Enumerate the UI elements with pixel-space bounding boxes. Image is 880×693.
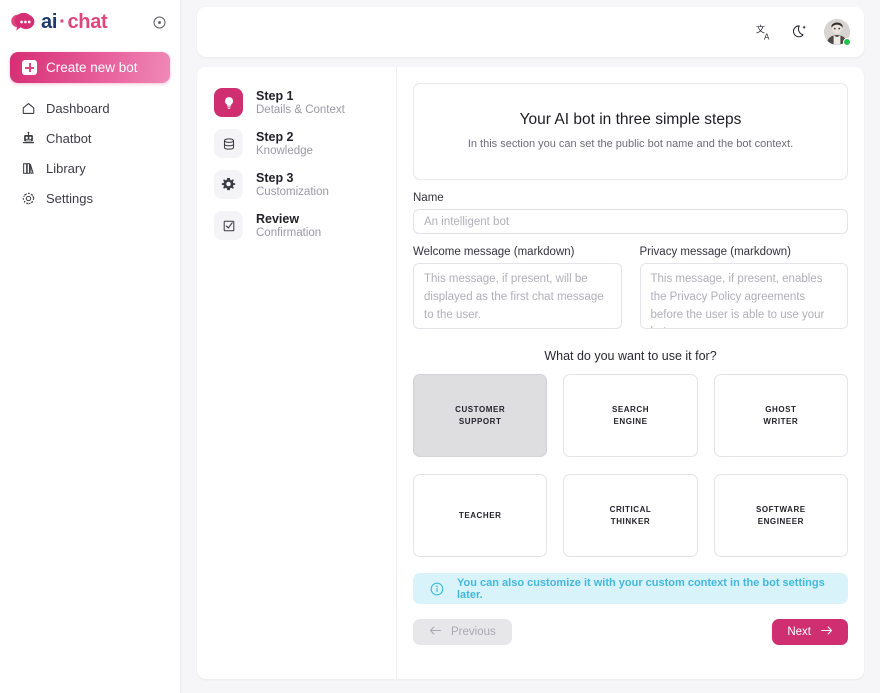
privacy-message-label: Privacy message (markdown) (639, 246, 791, 258)
usecase-card-line1: CRITICAL (609, 504, 652, 514)
usecase-card-search-engine[interactable]: SEARCH ENGINE (563, 374, 698, 457)
sidebar-item-dashboard-label: Dashboard (46, 100, 110, 116)
brand-row: ai · chat (0, 0, 180, 44)
usecase-card-line2: WRITER (763, 416, 799, 426)
step-item-review[interactable]: Review Confirmation (197, 205, 396, 246)
sidebar-item-chatbot-label: Chatbot (46, 130, 92, 146)
usecase-grid: CUSTOMER SUPPORT SEARCH ENGINE GHOST WRI… (413, 374, 848, 557)
sidebar: ai · chat Create new bot Dashboard Chatb… (0, 0, 181, 693)
step-item-3-title: Step 3 (256, 171, 294, 185)
svg-text:A: A (764, 32, 770, 41)
usecase-card-software-engineer[interactable]: SOFTWARE ENGINEER (713, 474, 848, 557)
step-item-3[interactable]: Step 3 Customization (197, 164, 396, 205)
message-fields-row: Welcome message (markdown) Privacy messa… (413, 234, 848, 334)
step-item-1-title: Step 1 (256, 89, 294, 103)
status-badge-online (843, 38, 851, 46)
gear-icon (20, 190, 36, 206)
books-icon (20, 160, 36, 176)
logo-separator: · (59, 11, 66, 33)
step-item-2-subtitle: Knowledge (256, 145, 313, 157)
hero-card: Your AI bot in three simple steps In thi… (413, 83, 848, 180)
sidebar-item-settings[interactable]: Settings (0, 183, 180, 213)
check-square-icon (214, 211, 243, 240)
arrow-right-icon (820, 625, 833, 639)
welcome-message-input[interactable] (413, 263, 622, 329)
sidebar-item-settings-label: Settings (46, 190, 93, 206)
usecase-card-line2: SUPPORT (458, 416, 502, 426)
usecase-card-line1: SEARCH (611, 404, 650, 414)
step-list: Step 1 Details & Context Step 2 Knowledg… (197, 67, 397, 679)
next-button[interactable]: Next (772, 619, 848, 645)
lightbulb-icon (214, 88, 243, 117)
sidebar-item-library[interactable]: Library (0, 153, 180, 183)
create-new-bot-label: Create new bot (46, 60, 138, 75)
step-item-2-title: Step 2 (256, 130, 294, 144)
step-item-2[interactable]: Step 2 Knowledge (197, 123, 396, 164)
wizard-form: Your AI bot in three simple steps In thi… (397, 67, 864, 679)
avatar[interactable] (824, 19, 851, 46)
wizard-actions: Previous Next (413, 619, 848, 645)
info-circle-icon (430, 582, 444, 596)
wizard-panel: Step 1 Details & Context Step 2 Knowledg… (197, 67, 864, 679)
usecase-card-ghost-writer[interactable]: GHOST WRITER (713, 374, 848, 457)
usecase-card-line2: THINKER (610, 516, 651, 526)
logo-text-chat: chat (67, 10, 108, 33)
gear-icon (214, 170, 243, 199)
database-icon (214, 129, 243, 158)
next-button-label: Next (787, 626, 811, 638)
page-subtitle: In this section you can set the public b… (467, 138, 794, 150)
usecase-heading: What do you want to use it for? (544, 349, 717, 363)
home-icon (20, 100, 36, 116)
previous-button-label: Previous (451, 626, 496, 638)
sidebar-item-library-label: Library (46, 160, 86, 176)
name-label: Name (413, 192, 444, 204)
logo-text-ai: ai (41, 10, 58, 33)
step-item-review-title: Review (256, 212, 300, 226)
welcome-message-label: Welcome message (markdown) (413, 246, 575, 258)
arrow-left-icon (429, 625, 442, 639)
robot-icon (20, 130, 36, 146)
usecase-card-line1: CUSTOMER (455, 404, 506, 414)
moon-icon[interactable] (789, 22, 810, 43)
name-input[interactable] (413, 209, 848, 234)
usecase-card-line2: ENGINEER (757, 516, 804, 526)
topbar: 文 A (197, 7, 864, 57)
main-area: 文 A Step 1 Details & Context Step 2 Know… (181, 0, 880, 693)
step-item-review-subtitle: Confirmation (256, 227, 322, 239)
usecase-card-critical-thinker[interactable]: CRITICAL THINKER (563, 474, 698, 557)
privacy-message-input[interactable] (639, 263, 848, 329)
collapse-sidebar-icon[interactable] (150, 13, 168, 31)
step-item-1[interactable]: Step 1 Details & Context (197, 82, 396, 123)
sidebar-nav: Dashboard Chatbot Library Settings (0, 93, 180, 213)
step-item-3-subtitle: Customization (256, 186, 329, 198)
step-item-1-subtitle: Details & Context (256, 104, 345, 116)
chat-bubble-icon (10, 11, 36, 33)
create-new-bot-button[interactable]: Create new bot (10, 52, 170, 83)
translate-icon[interactable]: 文 A (754, 22, 775, 43)
usecase-card-line2: ENGINE (613, 416, 648, 426)
app-logo[interactable]: ai · chat (10, 10, 108, 34)
plus-square-icon (22, 60, 37, 75)
sidebar-item-chatbot[interactable]: Chatbot (0, 123, 180, 153)
page-title: Your AI bot in three simple steps (519, 111, 742, 128)
sidebar-item-dashboard[interactable]: Dashboard (0, 93, 180, 123)
info-banner: You can also customize it with your cust… (413, 573, 848, 604)
usecase-card-line1: TEACHER (458, 510, 502, 520)
usecase-card-line1: GHOST (765, 404, 797, 414)
previous-button[interactable]: Previous (413, 619, 512, 645)
usecase-card-customer-support[interactable]: CUSTOMER SUPPORT (413, 374, 548, 457)
info-banner-text: You can also customize it with your cust… (457, 576, 825, 601)
usecase-card-teacher[interactable]: TEACHER (413, 474, 548, 557)
usecase-card-line1: SOFTWARE (755, 504, 806, 514)
